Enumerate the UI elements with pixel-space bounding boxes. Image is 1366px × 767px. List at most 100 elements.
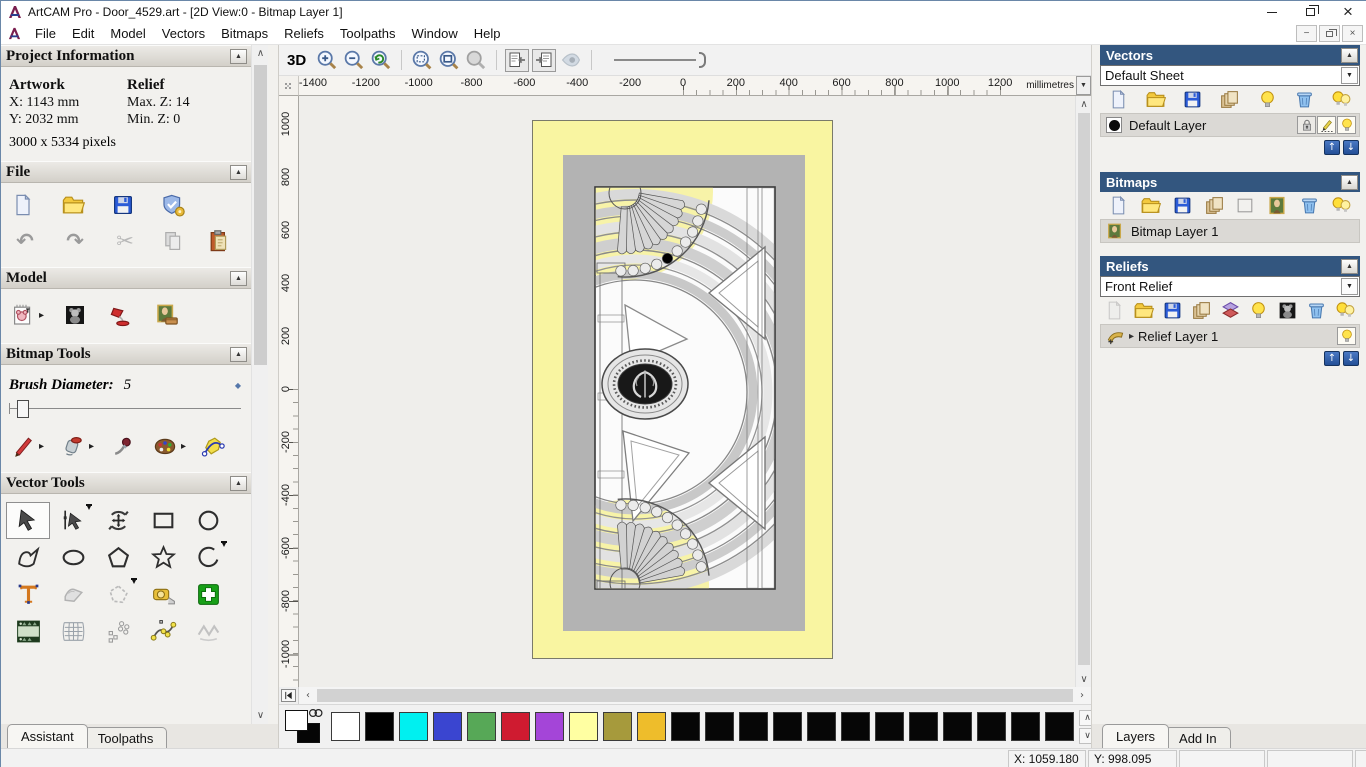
node-editing-tool[interactable] [51,502,95,539]
palette-colour-10[interactable] [671,712,700,741]
close-button[interactable]: × [1329,1,1366,23]
scroll-up-arrow[interactable]: ∧ [1076,96,1092,112]
save-layer-icon[interactable] [1172,195,1193,216]
switch-3d-view-button[interactable]: 3D [287,52,306,69]
toggle-visibility-icon[interactable] [1248,300,1269,321]
palette-colour-1[interactable] [365,712,394,741]
offset-vector-tool[interactable] [96,576,140,613]
create-arc-tool[interactable] [186,539,230,576]
vector-layer-row[interactable]: Default Layer [1100,113,1360,137]
menu-toolpaths[interactable]: Toolpaths [332,24,404,43]
toggle-all-layers-icon[interactable] [1331,195,1352,216]
collapse-button[interactable]: ▲ [230,270,247,286]
scroll-left-arrow[interactable]: ‹ [301,687,315,704]
greyscale-preview-icon[interactable] [1277,300,1298,321]
collapse-button[interactable]: ▲ [230,48,247,64]
zoom-out-icon[interactable] [342,48,366,72]
zoom-reset-icon[interactable] [369,48,393,72]
pan-corner-button[interactable] [281,689,296,702]
collapse-button[interactable]: ▲ [230,164,247,180]
block-copy-tool[interactable] [96,613,140,650]
scroll-down-arrow[interactable]: ∨ [252,707,269,724]
brush-diameter-slider[interactable] [9,398,241,420]
pick-colour-icon[interactable] [111,434,135,458]
merge-layers-icon[interactable] [1219,89,1240,110]
toggle-all-layers-icon[interactable] [1335,300,1356,321]
tab-toolpaths[interactable]: Toolpaths [83,727,168,748]
create-star-tool[interactable] [141,539,185,576]
colour-palette-icon[interactable] [153,434,177,458]
toggle-bitmap-visibility-button[interactable] [505,48,530,72]
flyout-arrow-icon[interactable]: ▸ [89,441,97,452]
toggle-visibility-icon[interactable] [1257,89,1278,110]
fit-arcs-tool[interactable] [141,613,185,650]
save-layer-icon[interactable] [1182,89,1203,110]
collapse-button[interactable]: ▲ [1341,258,1358,274]
create-polygon-tool[interactable] [96,539,140,576]
bitmap-preview-icon[interactable] [1267,195,1288,216]
minimize-button[interactable] [1253,1,1291,23]
toggle-vector-visibility-button[interactable] [532,48,557,72]
new-layer-icon[interactable] [1108,89,1129,110]
slider-handle[interactable] [17,400,29,418]
mdi-minimize-button[interactable]: − [1296,25,1317,42]
create-ellipse-tool[interactable] [51,539,95,576]
zoom-in-icon[interactable] [315,48,339,72]
save-layer-icon[interactable] [1162,300,1183,321]
palette-colour-6[interactable] [535,712,564,741]
tab-addin[interactable]: Add In [1165,727,1231,748]
envelope-distort-tool[interactable] [51,613,95,650]
move-layer-down-button[interactable]: ↓ [1343,351,1359,366]
relief-layer-row[interactable]: ▸ Relief Layer 1 [1100,324,1360,348]
nesting-tool[interactable] [186,613,230,650]
menu-edit[interactable]: Edit [64,24,102,43]
collapse-button[interactable]: ▲ [230,346,247,362]
flyout-arrow-icon[interactable]: ▸ [39,310,47,321]
palette-colour-13[interactable] [773,712,802,741]
lighting-material-icon[interactable] [63,303,87,327]
palette-colour-21[interactable] [1045,712,1074,741]
open-layer-icon[interactable] [1133,300,1154,321]
palette-colour-14[interactable] [807,712,836,741]
delete-layer-icon[interactable] [1306,300,1327,321]
paste-icon[interactable] [207,229,231,253]
contrast-slider[interactable] [614,50,707,70]
paint-brush-icon[interactable] [11,434,35,458]
undo-icon[interactable]: ↶ [11,229,39,253]
expand-layer-icon[interactable]: ▸ [1129,331,1134,342]
palette-colour-2[interactable] [399,712,428,741]
toggle-all-layers-icon[interactable] [1331,89,1352,110]
units-dropdown-button[interactable]: ▼ [1076,76,1091,95]
flyout-arrow-icon[interactable]: ▸ [39,441,47,452]
menu-vectors[interactable]: Vectors [154,24,213,43]
create-rectangle-tool[interactable] [141,502,185,539]
canvas-horizontal-scrollbar[interactable]: ‹ › [299,687,1091,704]
palette-colour-11[interactable] [705,712,734,741]
model-properties-icon[interactable] [161,193,185,217]
layer-visibility-button[interactable] [1337,327,1356,345]
tab-layers[interactable]: Layers [1102,724,1170,748]
ruler-corner[interactable] [279,76,299,96]
load-bitmap-icon[interactable] [155,303,179,327]
new-layer-icon[interactable] [1108,195,1129,216]
link-colours-icon[interactable] [308,708,324,718]
tab-assistant[interactable]: Assistant [7,724,88,748]
zoom-selection-icon[interactable] [410,48,434,72]
canvas-vertical-scrollbar[interactable]: ∧ ∨ [1075,96,1091,687]
vector-doctor-tool[interactable] [186,576,230,613]
combine-relief-icon[interactable] [1220,300,1241,321]
menu-model[interactable]: Model [102,24,153,43]
open-model-icon[interactable] [61,193,85,217]
menu-reliefs[interactable]: Reliefs [276,24,332,43]
merge-layers-icon[interactable] [1191,300,1212,321]
light-setup-icon[interactable] [109,303,133,327]
menu-bitmaps[interactable]: Bitmaps [213,24,276,43]
new-model-icon[interactable] [11,193,35,217]
drawing-viewport[interactable] [299,96,1075,687]
scroll-right-arrow[interactable]: › [1075,687,1089,704]
palette-colour-17[interactable] [909,712,938,741]
palette-colour-4[interactable] [467,712,496,741]
collapse-button[interactable]: ▲ [230,475,247,491]
zoom-fit-icon[interactable] [437,48,461,72]
palette-colour-12[interactable] [739,712,768,741]
